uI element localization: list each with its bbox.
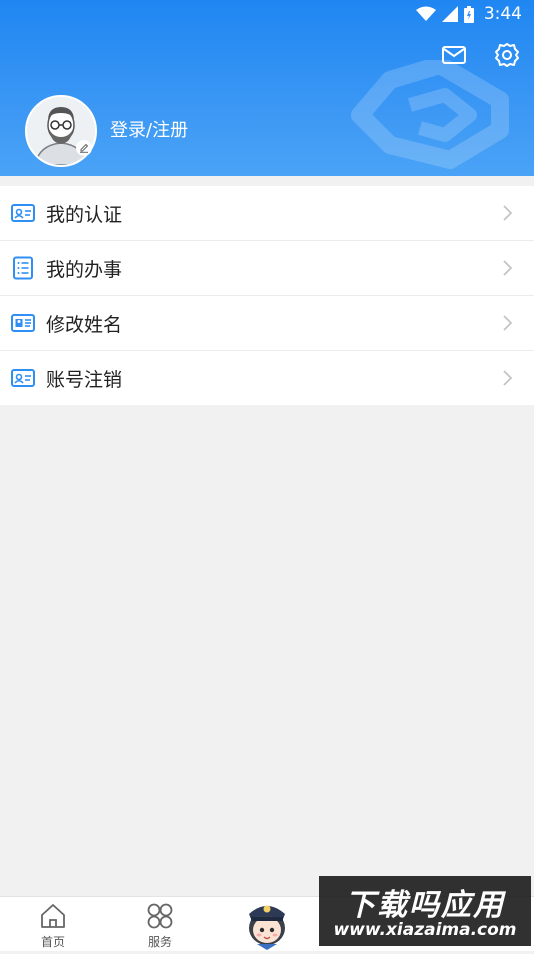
chevron-right-icon — [503, 370, 513, 386]
chevron-right-icon — [503, 260, 513, 276]
menu-item-my-affairs[interactable]: 我的办事 — [0, 241, 534, 296]
mail-icon[interactable] — [441, 42, 467, 68]
menu-item-change-name[interactable]: 修改姓名 — [0, 296, 534, 351]
menu-item-label: 我的办事 — [46, 258, 123, 281]
wifi-icon — [415, 6, 436, 21]
edit-avatar-button[interactable] — [76, 140, 92, 156]
menu-item-account-cancellation[interactable]: 账号注销 — [0, 351, 534, 405]
services-grid-icon — [147, 903, 173, 929]
site-watermark: 下载吗应用 www.xiazaima.com — [319, 876, 531, 946]
status-time: 3:44 — [483, 4, 522, 24]
id-card-icon — [11, 204, 35, 222]
menu-item-label: 修改姓名 — [46, 313, 123, 336]
status-bar: 3:44 — [0, 0, 534, 28]
task-list-icon — [13, 256, 33, 280]
login-register-link[interactable]: 登录/注册 — [110, 116, 188, 142]
tab-home[interactable]: 首页 — [8, 897, 98, 951]
pencil-icon — [80, 143, 89, 153]
cell-signal-icon — [441, 6, 458, 22]
avatar[interactable] — [25, 95, 97, 167]
tab-label: 首页 — [40, 935, 65, 949]
watermark-url: www.xiazaima.com — [333, 920, 517, 940]
tab-services[interactable]: 服务 — [115, 897, 205, 951]
menu-item-label: 账号注销 — [46, 368, 123, 391]
police-mascot-icon — [249, 905, 285, 950]
tab-police-assistant[interactable] — [239, 894, 295, 950]
menu-item-label: 我的认证 — [46, 203, 123, 226]
name-card-icon — [11, 314, 35, 332]
app-logo-watermark — [351, 60, 509, 169]
settings-icon[interactable] — [494, 42, 520, 68]
watermark-title: 下载吗应用 — [345, 888, 505, 923]
account-card-icon — [11, 369, 35, 387]
home-icon — [41, 904, 65, 928]
chevron-right-icon — [503, 315, 513, 331]
profile-header: 3:44 登录/注册 — [0, 0, 534, 176]
tab-label: 服务 — [147, 935, 172, 949]
profile-menu: 我的认证 我的办事 修改姓名 账号注销 — [0, 186, 534, 405]
menu-item-my-certification[interactable]: 我的认证 — [0, 186, 534, 241]
battery-icon — [463, 5, 474, 23]
chevron-right-icon — [503, 205, 513, 221]
